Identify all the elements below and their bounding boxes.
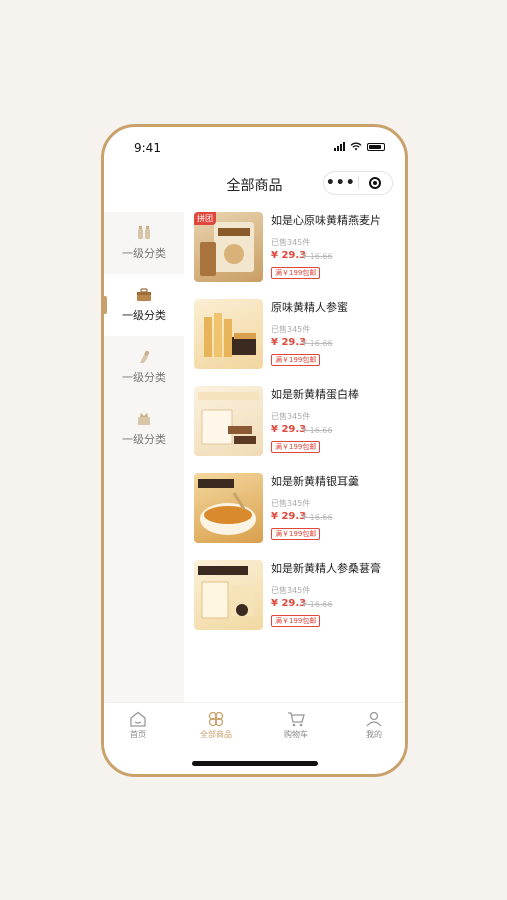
sidebar-item-label: 一级分类: [122, 370, 166, 384]
shipping-coupon: 满￥199包邮: [271, 267, 321, 279]
home-indicator: [192, 761, 318, 766]
original-price: ¥ 16.66: [302, 426, 333, 435]
mini-program-capsule: •••: [323, 171, 393, 195]
tab-label: 首页: [130, 730, 146, 739]
cart-icon: [288, 712, 305, 727]
product-image: [194, 386, 263, 456]
product-price: ¥ 29.3: [271, 337, 307, 348]
product-name: 如是新黄精蛋白棒: [271, 388, 359, 401]
tab-mine[interactable]: 我的: [344, 711, 404, 740]
product-price: ¥ 29.3: [271, 598, 307, 609]
sidebar-item-label: 一级分类: [122, 246, 166, 260]
battery-icon: [367, 142, 385, 151]
product-image: [194, 473, 263, 543]
product-card[interactable]: 如是新黄精人参桑葚膏 已售345件 ¥ 29.3 ¥ 16.66 满￥199包邮: [184, 560, 405, 640]
product-name: 原味黄精人参蜜: [271, 301, 348, 314]
paste-package-image: [198, 566, 254, 619]
tab-home[interactable]: 首页: [108, 711, 168, 740]
status-icons: [334, 142, 385, 151]
shipping-coupon: 满￥199包邮: [271, 354, 321, 366]
product-card[interactable]: 拼团 如是心原味黄精燕麦片 已售345件 ¥ 29.3 ¥ 16.66 满￥19…: [184, 212, 405, 292]
status-bar: 9:41: [104, 127, 405, 171]
target-icon: [369, 177, 382, 189]
original-price: ¥ 16.66: [302, 339, 333, 348]
status-time: 9:41: [134, 141, 161, 155]
tab-bar: 首页 全部商品 购物车 我的: [104, 702, 405, 749]
tab-label: 我的: [366, 730, 382, 739]
honey-package-image: [204, 313, 256, 357]
sold-count: 已售345件: [271, 499, 311, 508]
product-price: ¥ 29.3: [271, 511, 307, 522]
product-image: [194, 560, 263, 630]
user-icon: [366, 711, 382, 727]
product-card[interactable]: 如是新黄精蛋白棒 已售345件 ¥ 29.3 ¥ 16.66 满￥199包邮: [184, 386, 405, 466]
sidebar-item-category-3[interactable]: 一级分类: [104, 336, 184, 398]
signal-icon: [334, 142, 345, 151]
shipping-coupon: 满￥199包邮: [271, 615, 321, 627]
wifi-icon: [350, 142, 362, 151]
sidebar-item-label: 一级分类: [122, 432, 166, 446]
phone-frame: 9:41 全部商品 ••• 一级分类 一级分类 一级分类 一级分类 拼团 如是心…: [101, 124, 408, 777]
tab-all-products[interactable]: 全部商品: [186, 711, 246, 740]
product-list: 拼团 如是心原味黄精燕麦片 已售345件 ¥ 29.3 ¥ 16.66 满￥19…: [184, 212, 405, 702]
more-icon[interactable]: •••: [324, 172, 358, 194]
close-button[interactable]: [358, 177, 392, 189]
sold-count: 已售345件: [271, 238, 311, 247]
original-price: ¥ 16.66: [302, 513, 333, 522]
clover-icon: [208, 711, 224, 727]
product-card[interactable]: 原味黄精人参蜜 已售345件 ¥ 29.3 ¥ 16.66 满￥199包邮: [184, 299, 405, 379]
sold-count: 已售345件: [271, 586, 311, 595]
group-buy-badge: 拼团: [194, 212, 216, 225]
product-image: [194, 299, 263, 369]
shipping-coupon: 满￥199包邮: [271, 528, 321, 540]
product-price: ¥ 29.3: [271, 250, 307, 261]
sidebar-item-category-2[interactable]: 一级分类: [104, 274, 184, 336]
product-image: 拼团: [194, 212, 263, 282]
home-icon: [130, 711, 146, 727]
bottles-icon: [138, 225, 150, 239]
protein-bar-image: [198, 392, 259, 445]
sold-count: 已售345件: [271, 412, 311, 421]
category-sidebar: 一级分类 一级分类 一级分类 一级分类: [104, 212, 184, 702]
box-icon: [137, 287, 151, 301]
sidebar-item-label: 一级分类: [122, 308, 166, 322]
shipping-coupon: 满￥199包邮: [271, 441, 321, 453]
tab-label: 购物车: [284, 730, 308, 739]
product-name: 如是心原味黄精燕麦片: [271, 214, 381, 227]
sidebar-item-category-4[interactable]: 一级分类: [104, 398, 184, 460]
product-price: ¥ 29.3: [271, 424, 307, 435]
product-name: 如是新黄精人参桑葚膏: [271, 562, 381, 575]
soup-bowl-image: [198, 479, 256, 535]
product-name: 如是新黄精银耳羹: [271, 475, 359, 488]
product-card[interactable]: 如是新黄精银耳羹 已售345件 ¥ 29.3 ¥ 16.66 满￥199包邮: [184, 473, 405, 553]
tab-cart[interactable]: 购物车: [266, 711, 326, 740]
original-price: ¥ 16.66: [302, 252, 333, 261]
gift-icon: [138, 412, 150, 425]
original-price: ¥ 16.66: [302, 600, 333, 609]
sidebar-item-category-1[interactable]: 一级分类: [104, 212, 184, 274]
tab-label: 全部商品: [200, 730, 232, 739]
sold-count: 已售345件: [271, 325, 311, 334]
bottle-icon: [140, 350, 150, 363]
nav-bar: 全部商品 •••: [104, 171, 405, 201]
